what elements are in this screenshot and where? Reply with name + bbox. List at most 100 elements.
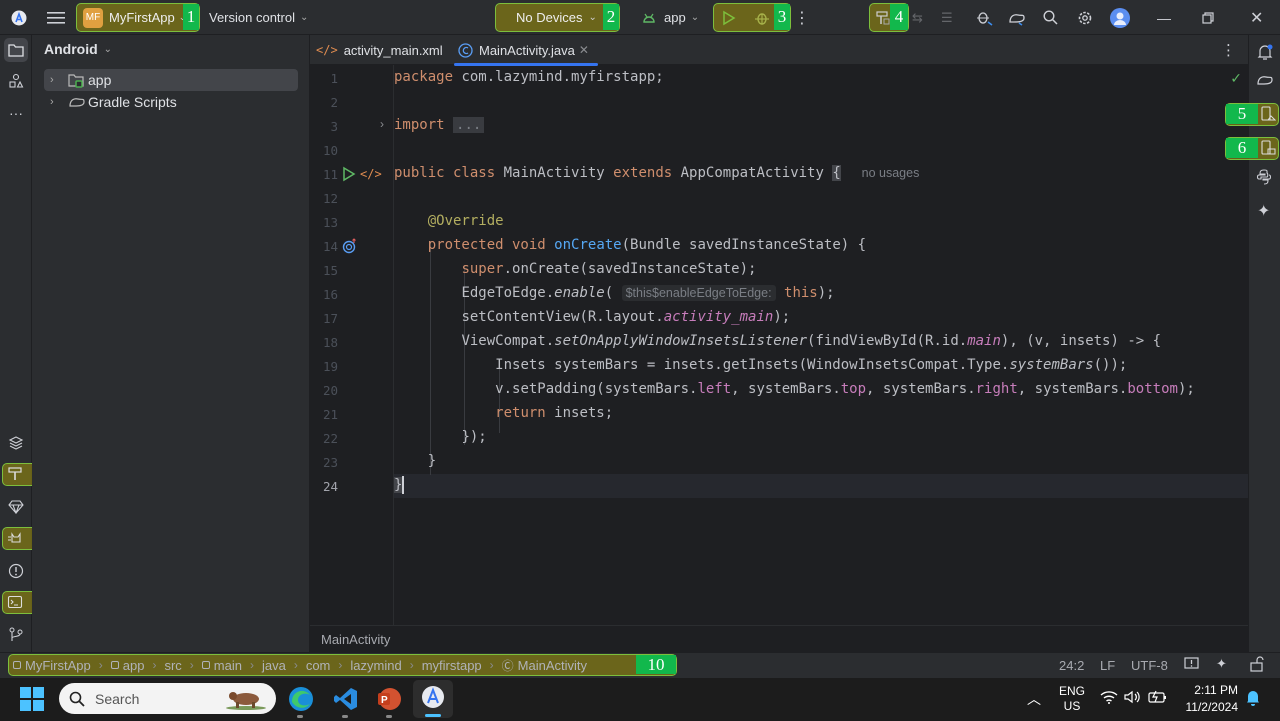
notifications-bell-icon[interactable] (1256, 43, 1274, 61)
powerpoint-icon[interactable]: P (376, 686, 402, 712)
gradle-tool-icon[interactable] (1256, 73, 1274, 87)
wifi-icon[interactable] (1100, 690, 1118, 704)
problems-icon[interactable] (6, 561, 26, 581)
tab-mainactivity-java[interactable]: MainActivity.java ✕ (454, 35, 598, 66)
running-devices-button[interactable]: 6 (1225, 137, 1279, 160)
line-separator[interactable]: LF (1100, 658, 1115, 673)
build-button[interactable]: 4 (869, 3, 909, 32)
gradle-sync-icon[interactable] (1008, 0, 1026, 35)
code-line-11[interactable]: public class MainActivity extends AppCom… (394, 161, 923, 185)
clock[interactable]: 2:11 PM 11/2/2024 (1180, 682, 1239, 716)
gemini-sparkle-icon[interactable]: ✦ (1257, 201, 1270, 221)
project-selector[interactable]: MF MyFirstApp ⌄ 1 (76, 3, 200, 32)
apply-changes-icon[interactable]: ⇆ (912, 0, 923, 35)
code-line-14[interactable]: protected void onCreate(Bundle savedInst… (394, 233, 866, 257)
gem-icon[interactable] (6, 497, 26, 517)
unlock-icon[interactable] (1250, 656, 1264, 672)
usages-inlay-hint[interactable]: no usages (858, 165, 924, 181)
file-encoding[interactable]: UTF-8 (1131, 658, 1168, 673)
tab-activity-main-xml[interactable]: </> activity_main.xml (316, 35, 443, 65)
breadcrumb-myfirstapp[interactable]: myfirstapp (422, 658, 482, 673)
user-avatar-icon[interactable] (1110, 0, 1130, 35)
related-xml-icon[interactable]: </> (360, 167, 382, 181)
more-actions-icon[interactable]: ⋮ (794, 0, 810, 35)
main-menu-icon[interactable] (46, 0, 66, 35)
code-line-1[interactable]: package com.lazymind.myfirstapp; (394, 65, 664, 89)
windows-start-icon[interactable] (20, 687, 44, 711)
project-name: MyFirstApp (109, 10, 175, 25)
settings-gear-icon[interactable] (1077, 0, 1093, 35)
project-view-selector[interactable]: Android ⌄ (44, 41, 112, 57)
device-manager-button[interactable]: 5 (1225, 103, 1279, 126)
close-icon[interactable]: ✕ (1250, 0, 1263, 35)
line-number: 17 (322, 311, 338, 326)
region-code: US (1063, 699, 1081, 713)
cursor-position[interactable]: 24:2 (1059, 658, 1084, 673)
android-studio-logo-icon[interactable] (10, 0, 28, 35)
version-control-branch-icon[interactable] (6, 625, 26, 645)
notification-center-bell-icon[interactable] (1245, 689, 1261, 707)
search-icon[interactable] (1043, 0, 1058, 35)
project-folder-icon[interactable] (4, 38, 28, 62)
code-line-13[interactable]: @Override (394, 209, 504, 233)
code-line-24[interactable]: } (394, 473, 405, 497)
breadcrumb-app[interactable]: app (110, 658, 144, 673)
layers-icon[interactable] (6, 433, 26, 453)
breadcrumb-java[interactable]: java (262, 658, 286, 673)
device-selector[interactable]: No Devices ⌄ 2 (495, 3, 620, 32)
override-method-icon[interactable] (342, 238, 358, 254)
run-configuration-selector[interactable]: app ⌄ (642, 0, 699, 35)
no-problems-checkmark-icon[interactable]: ✓ (1230, 70, 1242, 87)
restore-icon[interactable] (1202, 0, 1214, 35)
code-line-22[interactable]: }); (394, 425, 486, 449)
breadcrumb-lazymind[interactable]: lazymind (350, 658, 401, 673)
code-line-21[interactable]: return insets; (394, 401, 613, 425)
edge-browser-icon[interactable] (288, 686, 314, 712)
status-bar: MyFirstApp › app › src › main › java › c… (0, 652, 1280, 678)
tree-item-gradle-scripts[interactable]: › Gradle Scripts (44, 91, 177, 113)
code-line-23[interactable]: } (394, 449, 436, 473)
annotation-badge: 2 (603, 4, 619, 30)
chevron-right-icon[interactable]: › (50, 74, 60, 86)
close-tab-icon[interactable]: ✕ (579, 43, 589, 57)
show-hidden-icons-chevron[interactable]: ︿ (1027, 689, 1041, 709)
taskbar-android-studio-active[interactable] (413, 680, 453, 718)
feedback-icon[interactable] (1184, 657, 1199, 671)
tree-item-app[interactable]: › app (44, 69, 111, 91)
more-tool-windows-icon[interactable]: ··· (6, 103, 26, 123)
attach-debugger-icon[interactable] (975, 0, 993, 35)
battery-charging-icon[interactable] (1148, 690, 1168, 704)
breadcrumb-mainactivity[interactable]: Ⓒ MainActivity (502, 657, 587, 674)
code-line-16[interactable]: EdgeToEdge.enable( $this$enableEdgeToEdg… (394, 281, 835, 305)
line-number: 23 (322, 455, 338, 470)
python-icon[interactable] (1256, 169, 1272, 185)
editor-tabs: </> activity_main.xml MainActivity.java … (310, 35, 1248, 66)
fold-expand-icon[interactable]: › (380, 117, 384, 131)
folded-imports[interactable]: ... (453, 117, 485, 133)
code-insight-icon[interactable]: ✦ (1216, 656, 1227, 672)
breadcrumb-project[interactable]: MyFirstApp (13, 658, 91, 673)
taskbar-search-box[interactable]: Search (59, 683, 276, 714)
code-line-18[interactable]: ViewCompat.setOnApplyWindowInsetsListene… (394, 329, 1161, 353)
debug-icon[interactable] (754, 10, 770, 26)
chevron-right-icon[interactable]: › (50, 96, 60, 108)
run-icon[interactable] (722, 10, 736, 26)
breadcrumb-com[interactable]: com (306, 658, 331, 673)
code-line-19[interactable]: Insets systemBars = insets.getInsets(Win… (394, 353, 1127, 377)
code-line-3[interactable]: import ... (394, 113, 485, 137)
vscode-icon[interactable] (333, 686, 359, 712)
run-gutter-icon[interactable] (342, 166, 356, 182)
code-line-15[interactable]: super.onCreate(savedInstanceState); (394, 257, 756, 281)
structure-breadcrumb[interactable]: MainActivity (321, 632, 390, 647)
minimize-icon[interactable]: — (1157, 0, 1171, 35)
breadcrumb-main[interactable]: main (201, 658, 242, 673)
tab-options-icon[interactable]: ⋮ (1221, 41, 1236, 59)
resource-manager-icon[interactable] (6, 71, 26, 91)
apply-code-changes-icon[interactable]: ☰ (941, 0, 953, 35)
breadcrumb-src[interactable]: src (164, 658, 181, 673)
version-control-menu[interactable]: Version control ⌄ (209, 0, 308, 35)
volume-icon[interactable] (1124, 690, 1142, 704)
code-line-17[interactable]: setContentView(R.layout.activity_main); (394, 305, 790, 329)
input-language-indicator[interactable]: ENG US (1058, 684, 1086, 714)
code-line-20[interactable]: v.setPadding(systemBars.left, systemBars… (394, 377, 1195, 401)
